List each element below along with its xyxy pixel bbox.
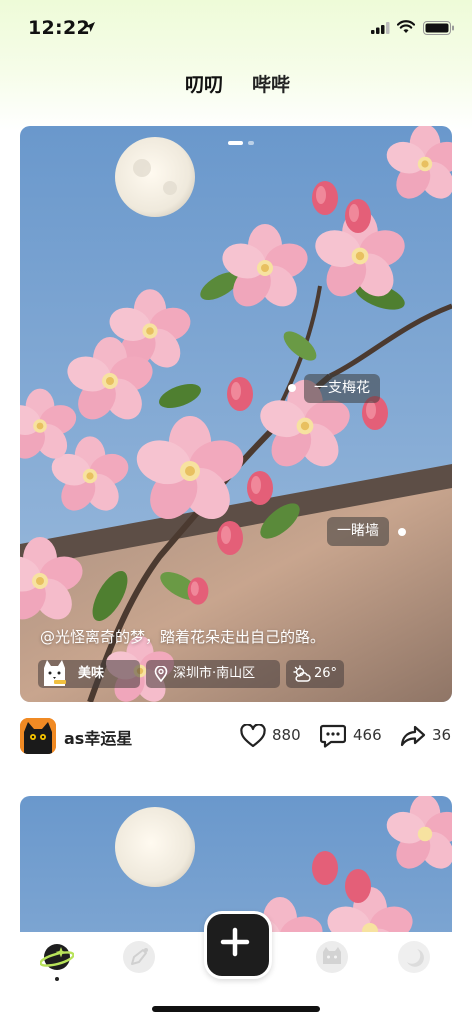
nav-pets[interactable]: [315, 940, 349, 974]
like-button[interactable]: 880: [240, 721, 320, 751]
nav-home[interactable]: [39, 940, 75, 974]
location-pin-icon: [154, 666, 168, 682]
tab-bibi-label: 哔哔: [252, 74, 291, 96]
comment-button[interactable]: 466: [320, 721, 384, 751]
feed-tabs: 叨叨 哔哔: [0, 66, 472, 102]
post-photo[interactable]: [20, 126, 452, 702]
share-icon: [400, 725, 426, 747]
comment-count: 466: [353, 726, 382, 744]
mood-chip[interactable]: 美味: [38, 660, 140, 688]
create-post-button[interactable]: [204, 911, 272, 979]
photo-tag-wall[interactable]: 一睹墙: [327, 517, 389, 546]
post-footer: as幸运星 880 466 36: [20, 717, 452, 755]
location-chip[interactable]: 深圳市·南山区: [146, 660, 280, 688]
tag-anchor-dot: [398, 528, 406, 536]
home-indicator: [152, 1006, 320, 1012]
signal-icon: [371, 22, 390, 34]
discover-icon: [123, 941, 155, 973]
avatar[interactable]: [20, 718, 56, 754]
active-nav-dot: [55, 977, 59, 981]
post-card[interactable]: 一支梅花 一睹墙 @光怪离奇的梦，踏着花朵走出自己的路。 美味 深圳市·南山区: [20, 126, 452, 702]
wifi-icon: [397, 20, 415, 33]
weather-chip: 26°: [286, 660, 344, 688]
battery-icon: [423, 21, 454, 35]
moon-icon: [398, 941, 430, 973]
location-arrow-icon: [85, 22, 95, 32]
tab-daodao[interactable]: 叨叨: [182, 70, 227, 97]
cat-mood-icon: [44, 660, 66, 686]
mood-label: 美味: [78, 666, 105, 681]
location-label: 深圳市·南山区: [173, 666, 256, 681]
heart-icon: [240, 724, 266, 748]
tab-bibi[interactable]: 哔哔: [252, 70, 290, 97]
nav-profile[interactable]: [397, 940, 431, 974]
carousel-dot: [248, 141, 254, 145]
weather-label: 26°: [314, 666, 338, 681]
share-button[interactable]: 36: [400, 721, 452, 751]
black-cat-avatar-icon: [20, 718, 56, 754]
nav-discover[interactable]: [122, 940, 156, 974]
partly-cloudy-icon: [293, 665, 311, 682]
share-count: 36: [432, 726, 452, 744]
post-caption: @光怪离奇的梦，踏着花朵走出自己的路。: [40, 628, 326, 646]
carousel-dot-active: [228, 141, 243, 145]
tag-anchor-dot: [288, 384, 296, 392]
planet-icon: [39, 944, 75, 970]
comment-icon: [320, 724, 346, 748]
plus-icon: [220, 927, 250, 957]
author-name[interactable]: as幸运星: [64, 725, 132, 749]
status-bar: 12:22: [0, 0, 472, 58]
status-time: 12:22: [28, 17, 90, 39]
tab-daodao-label: 叨叨: [185, 74, 224, 96]
cat-icon: [316, 941, 348, 973]
like-count: 880: [272, 726, 301, 744]
photo-tag-plum[interactable]: 一支梅花: [304, 374, 380, 403]
